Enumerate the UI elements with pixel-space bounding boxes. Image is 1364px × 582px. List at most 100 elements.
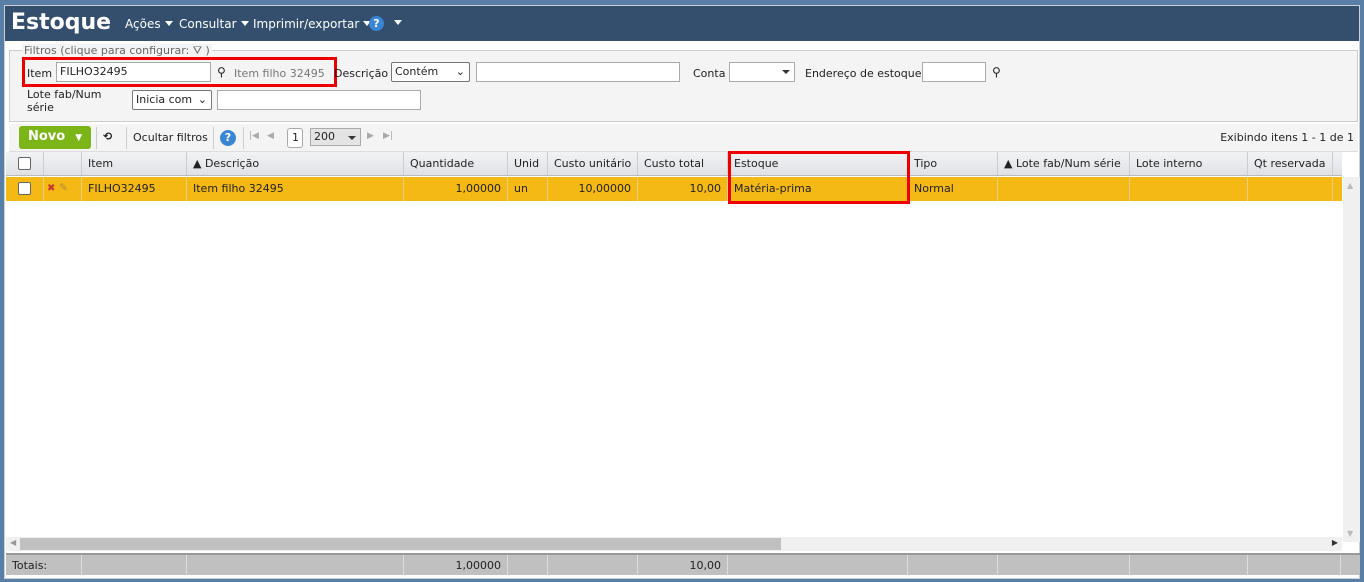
cell-item: FILHO32495 [82, 177, 187, 201]
lote-label-line1: Lote fab/Num [27, 88, 102, 101]
totals-row: Totais: 1,00000 10,00 [6, 553, 1360, 575]
col-descricao[interactable]: ▲ Descrição [187, 152, 404, 175]
refresh-icon[interactable]: ⟲ [103, 130, 112, 143]
help-icon[interactable]: ? [220, 130, 236, 146]
data-grid: Item ▲ Descrição Quantidade Unid Custo u… [6, 151, 1360, 544]
menu-label: Imprimir/exportar [253, 17, 360, 31]
col-item[interactable]: Item [82, 152, 187, 175]
lote-operator-select[interactable]: Inicia com ⌄ [132, 90, 212, 110]
search-icon[interactable]: ⚲ [992, 65, 1001, 79]
cell-lote-interno [1130, 177, 1248, 201]
cell-custo-total: 10,00 [638, 177, 728, 201]
checkbox-box [18, 182, 31, 195]
cell-tipo: Normal [908, 177, 998, 201]
col-custo-total[interactable]: Custo total [638, 152, 728, 175]
totals-cell [908, 555, 998, 575]
table-header: Item ▲ Descrição Quantidade Unid Custo u… [6, 152, 1342, 176]
chevron-down-icon: ⌄ [455, 65, 465, 78]
lote-label: Lote fab/Num série [27, 88, 101, 114]
help-menu[interactable]: ? [369, 16, 402, 31]
toolbar: Novo ▼ ⟲ Ocultar filtros ? |◀ ◀ 1 200 ▶ ▶… [9, 124, 1358, 152]
totals-label: Totais: [6, 555, 82, 575]
menu-label: Consultar [179, 17, 237, 31]
window: Estoque Ações Consultar Imprimir/exporta… [4, 5, 1360, 579]
first-page-icon[interactable]: |◀ [249, 131, 259, 141]
descricao-input[interactable] [476, 62, 680, 82]
totals-custo-total: 10,00 [638, 555, 728, 575]
scroll-up-icon[interactable]: ▲ [1347, 181, 1353, 190]
col-unid[interactable]: Unid [508, 152, 548, 175]
col-qt-reservada[interactable]: Qt reservada [1248, 152, 1333, 175]
page-input[interactable]: 1 [287, 128, 303, 148]
next-page-icon[interactable]: ▶ [367, 131, 374, 141]
scroll-down-icon[interactable]: ▼ [1347, 529, 1353, 538]
filters-legend[interactable]: Filtros (clique para configurar: ⛛ ) [22, 44, 212, 58]
caret-down-icon: ▼ [75, 133, 83, 143]
cell-unid: un [508, 177, 548, 201]
pagination-status: Exibindo itens 1 - 1 de 1 [1220, 131, 1354, 144]
endereco-label: Endereço de estoque [805, 67, 922, 80]
col-quantidade[interactable]: Quantidade [404, 152, 508, 175]
cell-qt-reservada [1248, 177, 1333, 201]
page-title: Estoque [11, 10, 112, 35]
header: Estoque Ações Consultar Imprimir/exporta… [5, 6, 1359, 41]
actions-header [44, 152, 82, 175]
divider [213, 127, 214, 149]
select-value: 200 [314, 130, 335, 143]
prev-page-icon[interactable]: ◀ [267, 131, 274, 141]
scroll-right-icon[interactable]: ▶ [1332, 538, 1338, 547]
lote-input[interactable] [217, 90, 421, 110]
divider [243, 127, 244, 149]
menu-label: Ações [125, 17, 161, 31]
caret-down-icon [240, 21, 249, 26]
table-row[interactable]: ✖ ✎ FILHO32495 Item filho 32495 1,00000 … [6, 177, 1342, 201]
scroll-left-icon[interactable]: ◀ [10, 538, 16, 547]
legend-end: ) [205, 44, 210, 57]
scroll-thumb[interactable] [20, 538, 781, 550]
totals-cell [728, 555, 908, 575]
totals-cell [1248, 555, 1341, 575]
highlight-item-filter [22, 57, 337, 87]
filters-panel: Filtros (clique para configurar: ⛛ ) Ite… [9, 44, 1358, 122]
menu-consultar[interactable]: Consultar [179, 17, 249, 31]
novo-button[interactable]: Novo ▼ [19, 126, 91, 149]
totals-cell [508, 555, 548, 575]
col-custo-unitario[interactable]: Custo unitário [548, 152, 638, 175]
col-lote-fab[interactable]: ▲ Lote fab/Num série [998, 152, 1130, 175]
page-size-select[interactable]: 200 [310, 128, 361, 146]
menu-acoes[interactable]: Ações [125, 17, 173, 31]
select-all-checkbox[interactable] [6, 152, 44, 175]
last-page-icon[interactable]: ▶| [383, 131, 393, 141]
chevron-down-icon: ⌄ [197, 93, 207, 106]
descricao-label: Descrição [334, 67, 389, 80]
select-value: Inicia com [136, 93, 193, 106]
horizontal-scrollbar[interactable]: ◀ ▶ [6, 537, 1342, 551]
caret-down-icon [348, 136, 356, 140]
lote-label-line2: série [27, 101, 54, 114]
caret-down-icon [164, 21, 173, 26]
select-value: Contém [395, 65, 439, 78]
divider [126, 127, 127, 149]
menu-imprimir[interactable]: Imprimir/exportar [253, 17, 372, 31]
totals-cell [998, 555, 1130, 575]
caret-down-icon [394, 20, 402, 25]
descricao-operator-select[interactable]: Contém ⌄ [391, 62, 470, 82]
cell-lote-fab [998, 177, 1130, 201]
col-tipo[interactable]: Tipo [908, 152, 998, 175]
ocultar-filtros-button[interactable]: Ocultar filtros [133, 131, 208, 144]
col-lote-interno[interactable]: Lote interno [1130, 152, 1248, 175]
vertical-scrollbar[interactable]: ▲ ▼ [1343, 177, 1360, 542]
novo-label: Novo [28, 129, 66, 144]
cell-quantidade: 1,00000 [404, 177, 508, 201]
filter-icon: ⛛ [192, 44, 203, 57]
row-checkbox[interactable] [6, 177, 44, 201]
totals-quantidade: 1,00000 [404, 555, 508, 575]
delete-icon[interactable]: ✖ [47, 183, 55, 194]
totals-cell [187, 555, 404, 575]
edit-pencil-icon[interactable]: ✎ [59, 181, 68, 194]
legend-text: Filtros (clique para configurar: [24, 44, 190, 57]
conta-select[interactable] [729, 62, 795, 82]
endereco-input[interactable] [922, 62, 986, 82]
cell-descricao: Item filho 32495 [187, 177, 404, 201]
checkbox-box [18, 157, 31, 170]
